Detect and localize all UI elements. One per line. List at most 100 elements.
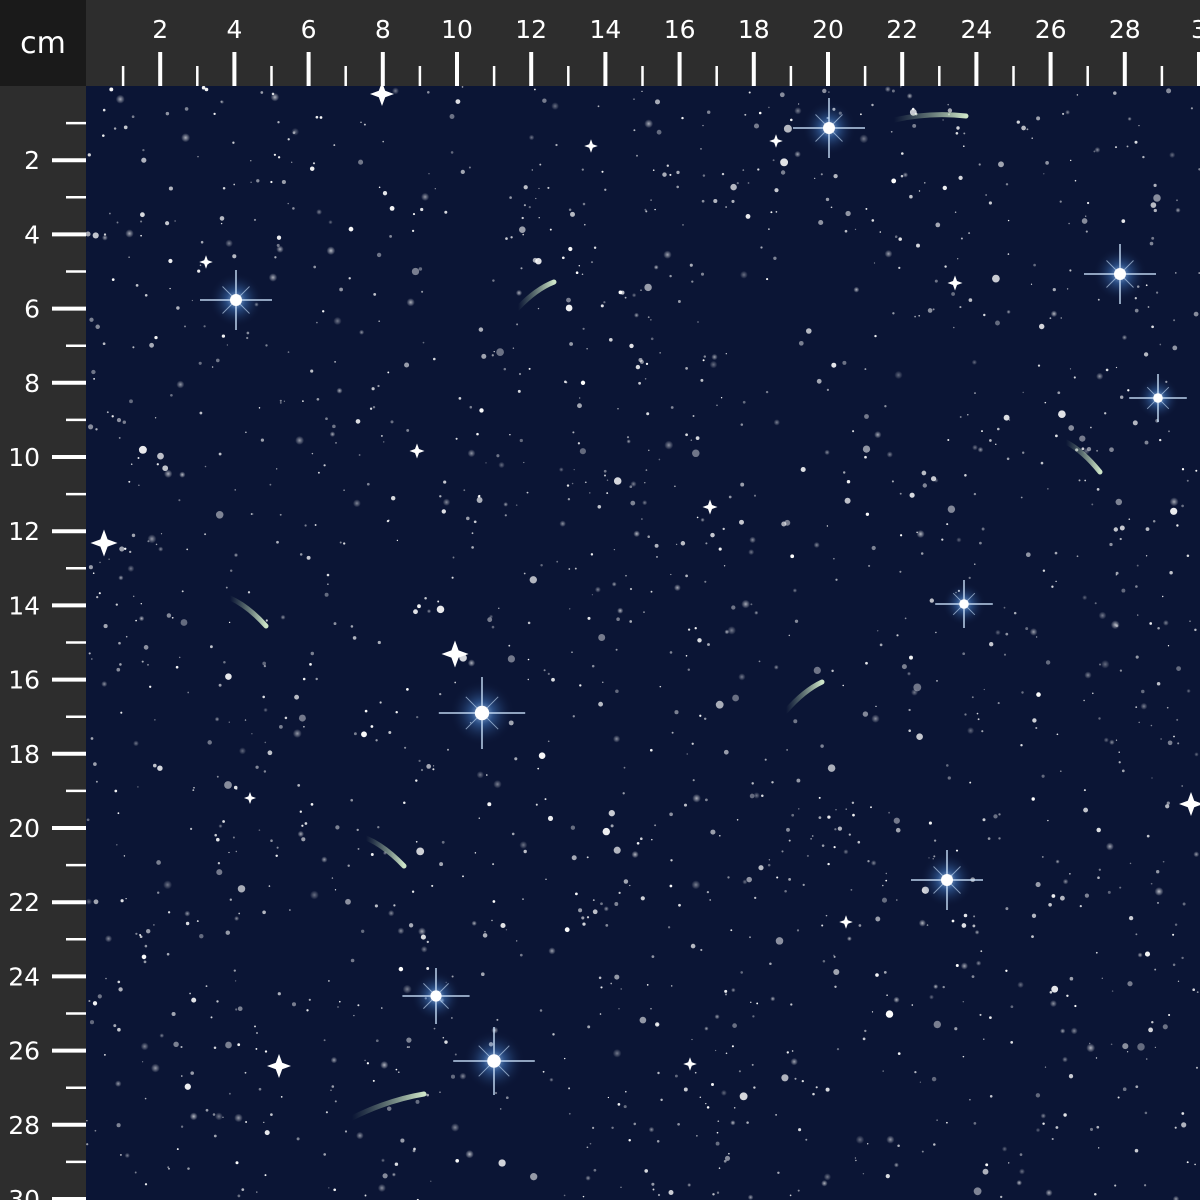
small-star xyxy=(1079,904,1082,908)
small-star xyxy=(95,324,100,330)
small-star xyxy=(926,924,929,926)
small-star xyxy=(191,299,194,302)
small-star xyxy=(650,1007,652,1010)
small-star xyxy=(1109,447,1114,453)
small-star xyxy=(933,839,937,842)
small-star xyxy=(954,211,957,214)
ruler-left-label: 2 xyxy=(24,146,40,175)
small-star xyxy=(117,812,120,815)
small-star xyxy=(702,359,705,362)
small-star xyxy=(1166,801,1170,805)
small-star xyxy=(764,758,767,761)
small-star xyxy=(724,989,728,993)
small-star xyxy=(256,1032,258,1034)
ruler-top-label: 3 xyxy=(1191,15,1200,44)
small-star xyxy=(323,1153,327,1156)
small-star xyxy=(852,813,855,817)
small-star xyxy=(408,1046,411,1048)
ruler-top-scale: 2 4 6 8 10 12 14 16 18 20 22 24 26 28 3 xyxy=(121,15,1200,86)
small-star xyxy=(1129,862,1132,865)
small-star xyxy=(433,357,436,361)
small-star xyxy=(822,88,827,94)
small-star xyxy=(758,865,764,871)
small-star xyxy=(826,388,830,392)
small-star xyxy=(270,839,273,842)
small-star xyxy=(316,321,318,324)
small-star xyxy=(982,1168,989,1175)
small-star xyxy=(806,328,812,334)
small-star xyxy=(210,645,213,649)
small-star xyxy=(633,129,636,132)
faint-star xyxy=(164,469,173,478)
faint-star xyxy=(159,1033,165,1038)
small-star xyxy=(981,527,985,531)
small-star xyxy=(955,849,959,852)
small-star xyxy=(676,185,679,189)
small-star xyxy=(1157,627,1160,630)
small-star xyxy=(297,784,301,787)
small-star xyxy=(1062,112,1065,115)
small-star xyxy=(397,1071,400,1074)
small-star xyxy=(452,556,455,559)
small-star xyxy=(327,583,329,585)
small-star xyxy=(1165,804,1170,809)
small-star xyxy=(444,210,448,214)
small-star xyxy=(1170,507,1178,515)
small-star xyxy=(118,987,123,992)
small-star xyxy=(378,186,381,189)
small-star xyxy=(796,929,800,932)
small-star xyxy=(275,854,278,858)
small-star xyxy=(571,651,573,654)
small-star xyxy=(707,643,710,646)
faint-star xyxy=(792,588,798,593)
small-star xyxy=(796,778,801,783)
small-star xyxy=(169,287,171,290)
small-star xyxy=(218,683,222,687)
faint-star xyxy=(1109,739,1115,746)
small-star xyxy=(352,636,357,640)
small-star xyxy=(364,1194,367,1197)
small-star xyxy=(404,362,410,368)
small-star xyxy=(199,411,203,415)
small-star xyxy=(1066,288,1069,290)
small-star xyxy=(1021,691,1024,694)
small-star xyxy=(144,1183,148,1186)
small-star xyxy=(871,103,874,107)
small-star xyxy=(335,825,340,830)
small-star xyxy=(691,742,694,745)
faint-star xyxy=(730,1120,736,1126)
small-star xyxy=(416,715,419,719)
ruler-top: 2 4 6 8 10 12 14 16 18 20 22 24 26 28 3 xyxy=(86,0,1200,86)
small-star xyxy=(1115,498,1123,506)
small-star xyxy=(1057,391,1061,395)
small-star xyxy=(199,933,204,939)
small-star xyxy=(625,574,627,577)
small-star xyxy=(233,969,236,972)
small-star xyxy=(1042,1122,1045,1125)
small-star xyxy=(1156,681,1161,686)
small-star xyxy=(581,916,585,920)
faint-star xyxy=(704,1026,709,1031)
faint-star xyxy=(86,898,92,905)
faint-star xyxy=(1001,1146,1008,1152)
small-star xyxy=(1051,894,1056,898)
small-star xyxy=(750,1001,752,1003)
small-star xyxy=(997,702,1000,705)
small-star xyxy=(668,1189,674,1196)
small-star xyxy=(705,798,708,802)
small-star xyxy=(1192,988,1196,992)
small-star xyxy=(216,775,219,778)
small-star xyxy=(1026,128,1029,131)
small-star xyxy=(1195,1066,1199,1069)
small-star xyxy=(573,469,575,471)
faint-star xyxy=(906,671,912,676)
small-star xyxy=(771,781,774,784)
small-star xyxy=(1141,689,1145,694)
small-star xyxy=(213,1134,217,1138)
small-star xyxy=(547,672,550,675)
small-star xyxy=(912,123,917,128)
small-star xyxy=(105,977,107,980)
faint-star xyxy=(741,599,751,609)
small-star xyxy=(238,912,241,915)
small-star xyxy=(1059,770,1062,773)
